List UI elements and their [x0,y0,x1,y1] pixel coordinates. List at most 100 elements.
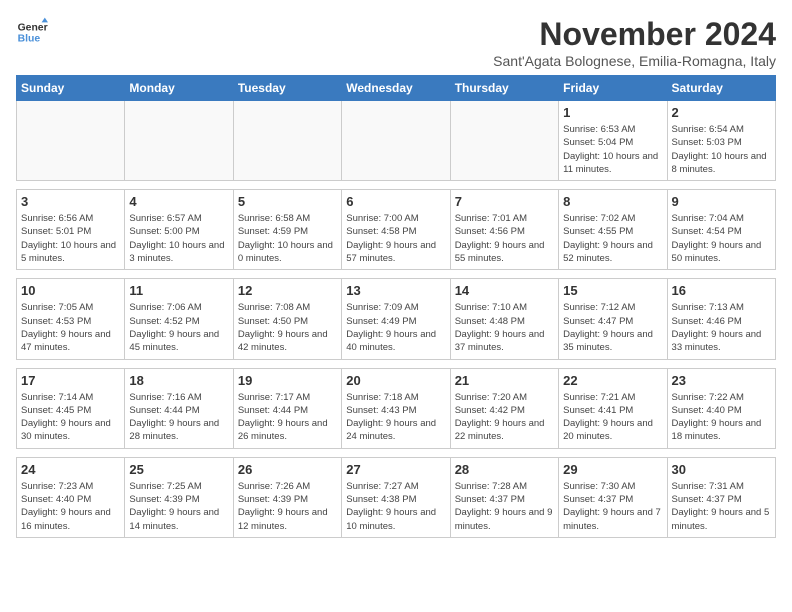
calendar-cell: 12 Sunrise: 7:08 AM Sunset: 4:50 PM Dayli… [233,279,341,359]
day-number: 20 [346,373,445,388]
day-number: 23 [672,373,771,388]
day-info: Sunrise: 7:18 AM Sunset: 4:43 PM Dayligh… [346,391,445,444]
day-info: Sunrise: 7:12 AM Sunset: 4:47 PM Dayligh… [563,301,662,354]
calendar-cell: 2 Sunrise: 6:54 AM Sunset: 5:03 PM Daylig… [667,101,775,181]
day-info: Sunrise: 7:06 AM Sunset: 4:52 PM Dayligh… [129,301,228,354]
day-info: Sunrise: 6:54 AM Sunset: 5:03 PM Dayligh… [672,123,771,176]
calendar-cell: 13 Sunrise: 7:09 AM Sunset: 4:49 PM Dayli… [342,279,450,359]
subtitle: Sant'Agata Bolognese, Emilia-Romagna, It… [493,53,776,69]
day-info: Sunrise: 7:10 AM Sunset: 4:48 PM Dayligh… [455,301,554,354]
weekday-header: Tuesday [233,76,341,101]
calendar-cell: 8 Sunrise: 7:02 AM Sunset: 4:55 PM Daylig… [559,190,667,270]
day-info: Sunrise: 7:16 AM Sunset: 4:44 PM Dayligh… [129,391,228,444]
day-number: 6 [346,194,445,209]
day-number: 16 [672,283,771,298]
calendar-cell: 9Sunrise: 7:04 AM Sunset: 4:54 PM Daylig… [667,190,775,270]
weekday-header: Saturday [667,76,775,101]
calendar-cell: 30Sunrise: 7:31 AM Sunset: 4:37 PM Dayli… [667,457,775,537]
calendar-cell: 7Sunrise: 7:01 AM Sunset: 4:56 PM Daylig… [450,190,558,270]
calendar-cell: 26 Sunrise: 7:26 AM Sunset: 4:39 PM Dayli… [233,457,341,537]
day-info: Sunrise: 7:26 AM Sunset: 4:39 PM Dayligh… [238,480,337,533]
day-info: Sunrise: 6:57 AM Sunset: 5:00 PM Dayligh… [129,212,228,265]
calendar-cell: 21 Sunrise: 7:20 AM Sunset: 4:42 PM Dayli… [450,368,558,448]
row-spacer [17,181,776,190]
day-info: Sunrise: 7:00 AM Sunset: 4:58 PM Dayligh… [346,212,445,265]
day-number: 19 [238,373,337,388]
weekday-header: Sunday [17,76,125,101]
weekday-header: Thursday [450,76,558,101]
day-info: Sunrise: 7:02 AM Sunset: 4:55 PM Dayligh… [563,212,662,265]
day-info: Sunrise: 7:20 AM Sunset: 4:42 PM Dayligh… [455,391,554,444]
day-info: Sunrise: 7:05 AM Sunset: 4:53 PM Dayligh… [21,301,120,354]
calendar-cell: 28Sunrise: 7:28 AM Sunset: 4:37 PM Dayli… [450,457,558,537]
day-info: Sunrise: 7:14 AM Sunset: 4:45 PM Dayligh… [21,391,120,444]
day-number: 4 [129,194,228,209]
day-number: 22 [563,373,662,388]
weekday-header: Monday [125,76,233,101]
day-info: Sunrise: 7:04 AM Sunset: 4:54 PM Dayligh… [672,212,771,265]
day-info: Sunrise: 7:01 AM Sunset: 4:56 PM Dayligh… [455,212,554,265]
day-number: 21 [455,373,554,388]
day-number: 30 [672,462,771,477]
day-number: 3 [21,194,120,209]
day-number: 24 [21,462,120,477]
calendar-cell: 3 Sunrise: 6:56 AM Sunset: 5:01 PM Daylig… [17,190,125,270]
calendar-week-row: 3 Sunrise: 6:56 AM Sunset: 5:01 PM Daylig… [17,190,776,270]
weekday-header-row: SundayMondayTuesdayWednesdayThursdayFrid… [17,76,776,101]
calendar-cell: 14Sunrise: 7:10 AM Sunset: 4:48 PM Dayli… [450,279,558,359]
day-number: 26 [238,462,337,477]
calendar-cell: 20 Sunrise: 7:18 AM Sunset: 4:43 PM Dayli… [342,368,450,448]
calendar-cell: 17 Sunrise: 7:14 AM Sunset: 4:45 PM Dayli… [17,368,125,448]
header: General Blue November 2024 Sant'Agata Bo… [16,16,776,69]
day-number: 13 [346,283,445,298]
day-info: Sunrise: 7:27 AM Sunset: 4:38 PM Dayligh… [346,480,445,533]
day-number: 17 [21,373,120,388]
calendar-cell [17,101,125,181]
calendar-cell: 6 Sunrise: 7:00 AM Sunset: 4:58 PM Daylig… [342,190,450,270]
day-info: Sunrise: 7:30 AM Sunset: 4:37 PM Dayligh… [563,480,662,533]
calendar-cell: 10 Sunrise: 7:05 AM Sunset: 4:53 PM Dayli… [17,279,125,359]
day-info: Sunrise: 7:22 AM Sunset: 4:40 PM Dayligh… [672,391,771,444]
day-info: Sunrise: 7:08 AM Sunset: 4:50 PM Dayligh… [238,301,337,354]
calendar-cell: 29Sunrise: 7:30 AM Sunset: 4:37 PM Dayli… [559,457,667,537]
day-number: 11 [129,283,228,298]
calendar-cell [233,101,341,181]
day-number: 27 [346,462,445,477]
title-area: November 2024 Sant'Agata Bolognese, Emil… [493,16,776,69]
day-number: 12 [238,283,337,298]
calendar-week-row: 24Sunrise: 7:23 AM Sunset: 4:40 PM Dayli… [17,457,776,537]
day-info: Sunrise: 7:09 AM Sunset: 4:49 PM Dayligh… [346,301,445,354]
day-info: Sunrise: 7:25 AM Sunset: 4:39 PM Dayligh… [129,480,228,533]
day-number: 1 [563,105,662,120]
calendar-week-row: 17 Sunrise: 7:14 AM Sunset: 4:45 PM Dayli… [17,368,776,448]
row-spacer [17,270,776,279]
calendar-cell: 11 Sunrise: 7:06 AM Sunset: 4:52 PM Dayli… [125,279,233,359]
logo: General Blue [16,16,48,48]
month-title: November 2024 [493,16,776,53]
calendar-cell: 4 Sunrise: 6:57 AM Sunset: 5:00 PM Daylig… [125,190,233,270]
day-number: 10 [21,283,120,298]
calendar-cell [125,101,233,181]
day-info: Sunrise: 7:17 AM Sunset: 4:44 PM Dayligh… [238,391,337,444]
day-number: 8 [563,194,662,209]
day-info: Sunrise: 6:56 AM Sunset: 5:01 PM Dayligh… [21,212,120,265]
svg-text:General: General [18,22,48,33]
calendar-cell [342,101,450,181]
day-number: 18 [129,373,228,388]
day-info: Sunrise: 7:21 AM Sunset: 4:41 PM Dayligh… [563,391,662,444]
logo-icon: General Blue [16,16,48,48]
day-info: Sunrise: 6:58 AM Sunset: 4:59 PM Dayligh… [238,212,337,265]
weekday-header: Wednesday [342,76,450,101]
calendar-week-row: 1Sunrise: 6:53 AM Sunset: 5:04 PM Daylig… [17,101,776,181]
weekday-header: Friday [559,76,667,101]
row-spacer [17,359,776,368]
day-number: 25 [129,462,228,477]
calendar-cell: 25 Sunrise: 7:25 AM Sunset: 4:39 PM Dayli… [125,457,233,537]
day-number: 15 [563,283,662,298]
row-spacer [17,448,776,457]
day-number: 2 [672,105,771,120]
calendar-cell: 15 Sunrise: 7:12 AM Sunset: 4:47 PM Dayli… [559,279,667,359]
calendar-cell: 27 Sunrise: 7:27 AM Sunset: 4:38 PM Dayli… [342,457,450,537]
calendar-cell: 24Sunrise: 7:23 AM Sunset: 4:40 PM Dayli… [17,457,125,537]
calendar-cell: 19 Sunrise: 7:17 AM Sunset: 4:44 PM Dayli… [233,368,341,448]
